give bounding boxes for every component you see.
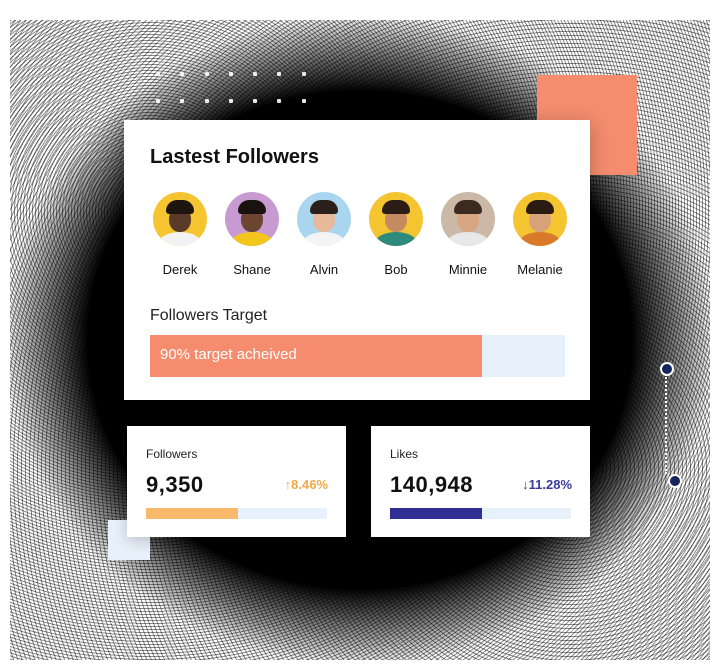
avatar-hair — [238, 200, 266, 214]
follower-item[interactable]: Derek — [150, 192, 210, 282]
followers-change-value: 8.46% — [291, 477, 328, 492]
connector-dot-top — [660, 362, 674, 376]
dot — [253, 72, 258, 76]
avatar-hair — [310, 200, 338, 214]
follower-name: Derek — [162, 262, 198, 277]
dot — [156, 72, 160, 76]
avatar-hair — [382, 200, 410, 214]
likes-stat-progress — [390, 508, 571, 519]
followers-stat-fill — [146, 508, 239, 519]
avatar-hair — [526, 200, 554, 214]
avatar[interactable] — [297, 192, 351, 246]
avatar-hair — [166, 200, 194, 214]
follower-name: Alvin — [309, 262, 339, 277]
followers-stat-label: Followers — [146, 447, 198, 461]
decorative-dot-grid — [156, 72, 316, 112]
avatar-body — [303, 232, 345, 246]
avatar[interactable] — [225, 192, 279, 246]
dot — [228, 72, 233, 76]
dot — [301, 99, 306, 103]
avatar-body — [375, 232, 417, 246]
avatar[interactable] — [513, 192, 567, 246]
avatar[interactable] — [153, 192, 207, 246]
avatar-body — [447, 232, 489, 246]
likes-stat-value: 140,948 — [390, 472, 474, 497]
followers-target-progress: 90% target acheived — [150, 335, 565, 377]
dot — [277, 99, 282, 103]
dot — [277, 72, 282, 76]
follower-item[interactable]: Melanie — [510, 192, 570, 282]
avatar[interactable] — [441, 192, 495, 246]
dot — [156, 99, 160, 103]
dot — [253, 99, 258, 103]
dot — [180, 99, 185, 103]
likes-stat-card: Likes 140,948 ↓11.28% — [371, 426, 590, 537]
avatar-body — [231, 232, 273, 246]
avatar[interactable] — [369, 192, 423, 246]
followers-stat-change: ↑8.46% — [285, 477, 328, 492]
follower-name: Bob — [384, 262, 408, 277]
likes-stat-change: ↓11.28% — [522, 477, 572, 492]
follower-name: Melanie — [517, 262, 563, 277]
dot — [204, 72, 209, 76]
likes-change-value: 11.28% — [528, 477, 572, 492]
decorative-connector — [660, 362, 682, 488]
card-title: Lastest Followers — [150, 146, 319, 168]
avatar-hair — [454, 200, 482, 214]
connector-dot-bottom — [668, 474, 682, 488]
connector-line — [665, 374, 669, 474]
follower-item[interactable]: Bob — [366, 192, 426, 282]
followers-stat-card: Followers 9,350 ↑8.46% — [127, 426, 346, 537]
followers-stat-value: 9,350 — [146, 472, 204, 497]
follower-item[interactable]: Alvin — [294, 192, 354, 282]
followers-list: Derek Shane Alvin Bob Minnie Melanie — [150, 192, 570, 282]
followers-stat-progress — [146, 508, 327, 519]
dot — [301, 72, 306, 76]
dot — [204, 99, 209, 103]
avatar-body — [159, 232, 201, 246]
dot — [180, 72, 185, 76]
avatar-body — [519, 232, 561, 246]
latest-followers-card: Lastest Followers Derek Shane Alvin Bob … — [124, 120, 590, 400]
followers-target-title: Followers Target — [150, 307, 268, 324]
likes-stat-label: Likes — [390, 447, 419, 461]
likes-stat-fill — [390, 508, 483, 519]
follower-name: Minnie — [448, 262, 488, 277]
followers-target-label: 90% target acheived — [160, 346, 297, 363]
follower-item[interactable]: Minnie — [438, 192, 498, 282]
follower-name: Shane — [233, 262, 271, 277]
follower-item[interactable]: Shane — [222, 192, 282, 282]
dot — [228, 99, 233, 103]
